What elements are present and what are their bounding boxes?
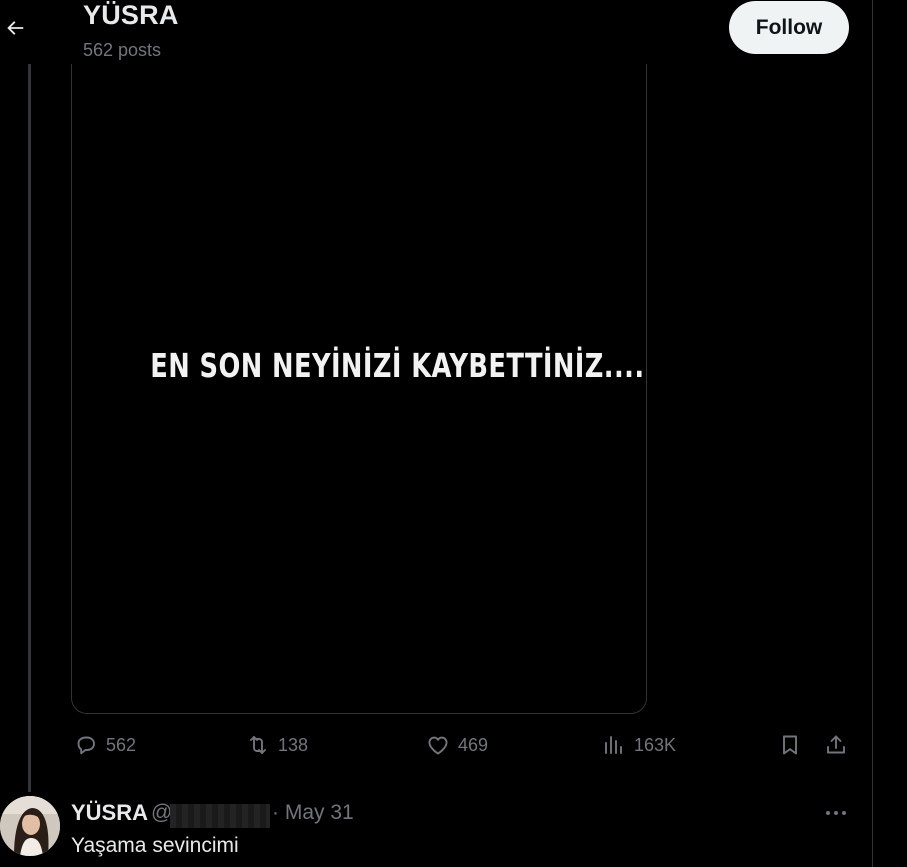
back-arrow-icon: [7, 21, 24, 35]
thread-connector-line: [28, 64, 31, 792]
header-profile-name: YÜSRA: [83, 0, 179, 30]
views-count: 163K: [634, 734, 677, 755]
retweet-icon: [250, 736, 266, 754]
more-options-button[interactable]: [820, 798, 852, 828]
follow-button[interactable]: Follow: [729, 1, 849, 54]
reply-author-name[interactable]: YÜSRA: [71, 800, 148, 826]
reply-date[interactable]: · May 31: [272, 801, 354, 825]
views-icon: [605, 736, 622, 754]
column-divider: [872, 0, 873, 867]
avatar-photo: [0, 796, 60, 856]
like-button[interactable]: 469: [426, 733, 488, 757]
profile-header: YÜSRA 562 posts Follow: [0, 0, 872, 64]
back-button[interactable]: [0, 8, 30, 48]
more-icon: [826, 811, 830, 815]
reply-icon: [77, 736, 95, 755]
redacted-handle: [170, 804, 270, 828]
like-icon: [428, 736, 448, 755]
repost-count: 138: [278, 734, 309, 755]
share-icon: [827, 735, 845, 754]
share-button[interactable]: [824, 733, 848, 757]
reply-button[interactable]: 562: [74, 733, 136, 757]
bookmark-icon: [783, 735, 797, 755]
like-count: 469: [458, 734, 489, 755]
repost-button[interactable]: 138: [246, 733, 308, 757]
reply-count: 562: [106, 734, 137, 755]
reply-text: Yaşama sevincimi: [71, 834, 239, 857]
post-media[interactable]: EN SON NEYİNİZİ KAYBETTİNİZ....: [71, 50, 647, 714]
bookmark-button[interactable]: [778, 733, 802, 757]
header-post-count: 562 posts: [83, 40, 162, 60]
reply-post[interactable]: YÜSRA @ · May 31 Yaşama sevincimi: [0, 796, 872, 867]
post-action-bar: 562 138 469 163K: [72, 733, 852, 763]
media-caption: EN SON NEYİNİZİ KAYBETTİNİZ....: [150, 346, 645, 385]
avatar[interactable]: [0, 796, 60, 856]
views-button[interactable]: 163K: [602, 733, 676, 757]
